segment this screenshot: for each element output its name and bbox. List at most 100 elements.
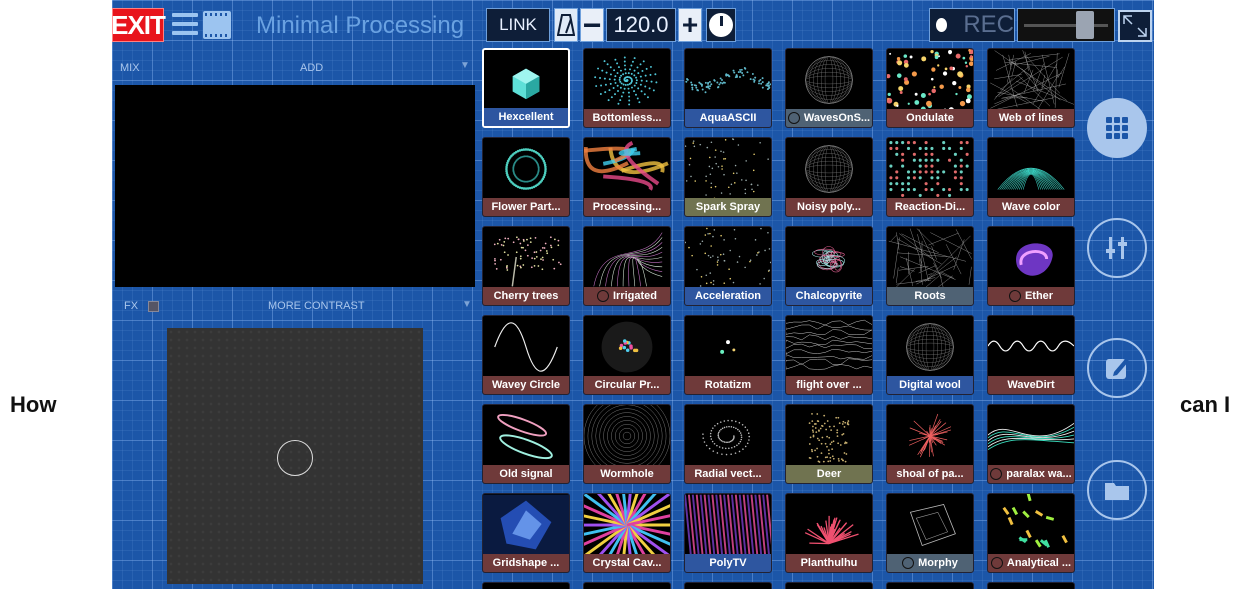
sketch-caption: Chalcopyrite: [786, 287, 872, 305]
link-button[interactable]: LINK: [486, 8, 550, 42]
mix-mode-dropdown[interactable]: ADD: [300, 62, 323, 74]
sketch-thumbnail: [988, 494, 1074, 556]
sketch-tile[interactable]: paralax wa...: [987, 404, 1075, 484]
audio-reactive-icon: [596, 290, 609, 302]
fullscreen-icon[interactable]: [1118, 10, 1152, 42]
bpm-increase-button[interactable]: +: [678, 8, 702, 42]
sketch-label: paralax wa...: [1006, 468, 1072, 480]
sketch-tile[interactable]: Hexcellent: [482, 48, 570, 128]
sketch-tile[interactable]: Digital wool: [886, 315, 974, 395]
sketch-tile[interactable]: flight over ...: [785, 315, 873, 395]
sketch-tile[interactable]: Processing...: [583, 137, 671, 217]
sketch-tile[interactable]: Noisy poly...: [785, 137, 873, 217]
sketch-label: Analytical ...: [1006, 557, 1072, 569]
sketch-tile[interactable]: Old signal: [482, 404, 570, 484]
metronome-icon[interactable]: [554, 8, 578, 42]
audio-reactive-icon: [990, 557, 1003, 569]
mix-dropdown-arrow-icon[interactable]: ▼: [460, 60, 470, 71]
sketch-caption: Deer: [786, 465, 872, 483]
record-button[interactable]: REC: [929, 8, 1015, 42]
grid-view-button[interactable]: [1087, 98, 1147, 158]
sketch-caption: Hexcellent: [484, 108, 568, 126]
sketch-tile[interactable]: Crystal Cav...: [583, 493, 671, 573]
crossfader-slider[interactable]: [1017, 8, 1115, 42]
sketch-tile[interactable]: Gridshape ...: [482, 493, 570, 573]
audio-reactive-icon: [787, 112, 800, 124]
fx-preset-dropdown[interactable]: MORE CONTRAST: [268, 300, 365, 312]
crossfader-knob[interactable]: [1076, 11, 1094, 39]
sketch-tile[interactable]: Spark Spray: [684, 137, 772, 217]
sketch-tile[interactable]: Irrigated: [583, 226, 671, 306]
sketch-tile[interactable]: Morphy: [886, 493, 974, 573]
sketch-thumbnail: [887, 227, 973, 289]
sketch-label: Spark Spray: [695, 201, 761, 213]
sketch-thumbnail: [988, 316, 1074, 378]
sketch-tile[interactable]: Planthulhu: [785, 493, 873, 573]
sketch-tile[interactable]: Wave color: [987, 137, 1075, 217]
tap-tempo-button[interactable]: [706, 8, 736, 42]
bpm-decrease-button[interactable]: −: [580, 7, 604, 43]
sketch-caption: Gridshape ...: [483, 554, 569, 572]
sketch-tile-partial[interactable]: [583, 582, 671, 589]
sketch-thumbnail: [484, 51, 568, 111]
edit-icon: [1106, 358, 1129, 379]
sketch-tile-partial[interactable]: [684, 582, 772, 589]
sketch-tile[interactable]: WaveDirt: [987, 315, 1075, 395]
sketch-thumbnail: [786, 138, 872, 200]
xy-pad-handle[interactable]: [277, 440, 313, 476]
sketch-tile[interactable]: Flower Part...: [482, 137, 570, 217]
fx-toggle-checkbox[interactable]: [148, 301, 159, 312]
sketch-tile[interactable]: Radial vect...: [684, 404, 772, 484]
exit-button[interactable]: EXIT: [112, 8, 166, 42]
bpm-value[interactable]: 120.0: [606, 8, 676, 42]
fx-label: FX: [124, 300, 139, 312]
sketch-tile[interactable]: AquaASCII: [684, 48, 772, 128]
sketch-label: WaveDirt: [1007, 379, 1055, 391]
sketch-tile[interactable]: Cherry trees: [482, 226, 570, 306]
sketch-thumbnail: [988, 49, 1074, 111]
sketch-tile-partial[interactable]: [987, 582, 1075, 589]
sketch-tile[interactable]: Reaction-Di...: [886, 137, 974, 217]
sketch-caption: Ether: [988, 287, 1074, 305]
sketch-tile-partial[interactable]: [482, 582, 570, 589]
sketch-thumbnail: [483, 494, 569, 556]
sketch-tile[interactable]: Ether: [987, 226, 1075, 306]
sketch-label: Radial vect...: [694, 468, 762, 480]
sketch-tile[interactable]: Roots: [886, 226, 974, 306]
sketch-tile[interactable]: Web of lines: [987, 48, 1075, 128]
sketch-tile[interactable]: Wormhole: [583, 404, 671, 484]
sketch-thumbnail: [887, 138, 973, 200]
sketch-caption: Wormhole: [584, 465, 670, 483]
sketch-tile[interactable]: shoal of pa...: [886, 404, 974, 484]
film-strip-icon[interactable]: [203, 11, 231, 39]
menu-icon[interactable]: [172, 13, 198, 37]
folder-icon: [1105, 483, 1129, 500]
sketch-label: Crystal Cav...: [592, 557, 662, 569]
sketch-tile-partial[interactable]: [785, 582, 873, 589]
sketch-tile[interactable]: Chalcopyrite: [785, 226, 873, 306]
sketch-tile[interactable]: Analytical ...: [987, 493, 1075, 573]
sketch-tile[interactable]: Ondulate: [886, 48, 974, 128]
sketch-tile[interactable]: WavesOnS...: [785, 48, 873, 128]
sketch-label: Old signal: [499, 468, 553, 480]
sketch-label: Ether: [1024, 290, 1054, 302]
sketch-tile[interactable]: Circular Pr...: [583, 315, 671, 395]
sketch-tile[interactable]: PolyTV: [684, 493, 772, 573]
app-title: Minimal Processing: [256, 12, 465, 39]
xy-pad[interactable]: [167, 328, 423, 584]
sketch-tile[interactable]: Bottomless...: [583, 48, 671, 128]
sketch-tile[interactable]: Wavey Circle: [482, 315, 570, 395]
sketch-tile[interactable]: Deer: [785, 404, 873, 484]
sketch-tile[interactable]: Acceleration: [684, 226, 772, 306]
sketch-thumbnail: [786, 49, 872, 111]
sliders-button[interactable]: [1087, 218, 1147, 278]
sketch-thumbnail: [685, 494, 771, 556]
folder-button[interactable]: [1087, 460, 1147, 520]
sketch-caption: Roots: [887, 287, 973, 305]
right-question-text: can I: [1180, 392, 1231, 417]
sketch-tile-partial[interactable]: [886, 582, 974, 589]
sketch-caption: Analytical ...: [988, 554, 1074, 572]
fx-dropdown-arrow-icon[interactable]: ▼: [462, 299, 472, 310]
sketch-tile[interactable]: Rotatizm: [684, 315, 772, 395]
edit-button[interactable]: [1087, 338, 1147, 398]
